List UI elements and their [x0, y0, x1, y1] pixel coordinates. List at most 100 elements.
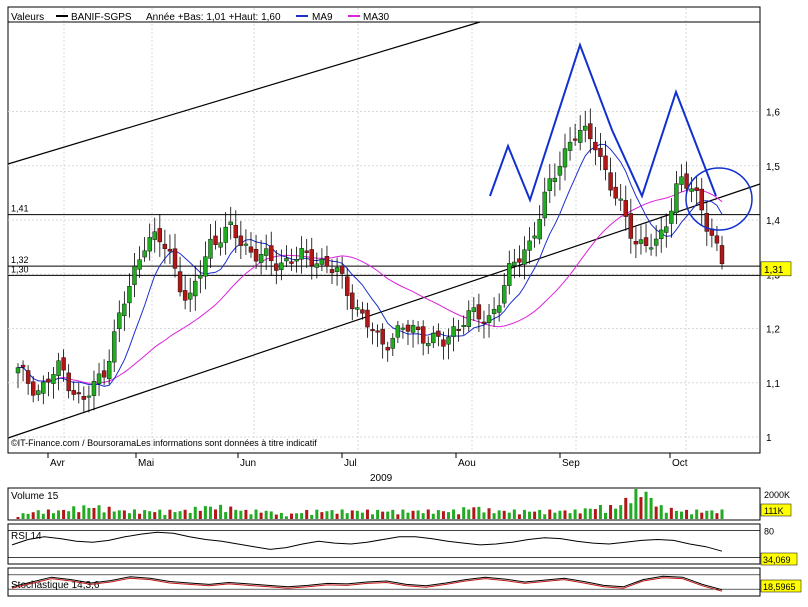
volume-bar — [604, 512, 608, 519]
candle — [552, 163, 558, 197]
candle-body — [203, 256, 208, 277]
candle-body — [385, 347, 390, 351]
month-label: Sep — [562, 458, 580, 469]
volume-bar — [447, 512, 451, 519]
candle — [56, 352, 61, 391]
candle — [502, 272, 507, 308]
volume-bar — [411, 510, 415, 519]
volume-bar — [391, 509, 395, 519]
candle — [375, 324, 380, 347]
month-label: Jul — [344, 458, 357, 469]
candle-body — [638, 239, 644, 244]
volume-bar — [36, 510, 40, 519]
candle-body — [507, 263, 512, 286]
volume-bar — [381, 511, 385, 519]
candle-body — [466, 310, 471, 327]
candle — [61, 349, 66, 382]
volume-bar — [568, 513, 572, 519]
volume-tick: 2000K — [764, 490, 790, 500]
candle-body — [593, 141, 598, 151]
level-line-label: 1,30 — [11, 264, 29, 274]
candle — [117, 300, 122, 343]
candle — [294, 246, 299, 273]
candle-body — [258, 254, 264, 263]
candle-body — [329, 269, 335, 274]
candle — [507, 250, 512, 295]
volume-bar — [239, 510, 243, 519]
candle-body — [552, 177, 558, 182]
candle — [127, 273, 132, 318]
volume-bar — [208, 506, 212, 519]
candle-body — [91, 381, 97, 396]
candle — [182, 275, 188, 310]
price-tick-label: 1,6 — [766, 108, 780, 119]
volume-bar — [690, 514, 694, 519]
candle-body — [334, 267, 340, 272]
price-tick-label: 1,2 — [766, 325, 780, 336]
candle-body — [127, 286, 132, 304]
volume-bar — [320, 512, 324, 519]
candle-body — [253, 249, 259, 262]
volume-bar — [538, 509, 542, 519]
candle — [669, 198, 674, 238]
volume-bar — [507, 512, 511, 519]
candle-body — [122, 303, 127, 317]
volume-bar — [82, 505, 86, 519]
candle — [269, 231, 274, 277]
candle — [30, 375, 36, 403]
price-tick-label: 1 — [766, 433, 772, 444]
candle — [542, 177, 547, 227]
candle-body — [274, 263, 279, 271]
candle — [304, 238, 309, 268]
candle-body — [228, 221, 233, 226]
candle — [583, 110, 588, 143]
candle — [699, 177, 704, 226]
volume-bar — [502, 510, 506, 519]
price-panel-frame — [7, 6, 761, 454]
volume-bar — [654, 506, 658, 519]
volume-bar — [624, 497, 628, 519]
candle — [653, 225, 659, 257]
candle-body — [51, 374, 56, 384]
candle-body — [61, 357, 66, 371]
candle-body — [360, 309, 365, 314]
candle-body — [365, 309, 370, 328]
candle-body — [527, 240, 532, 251]
volume-bar — [614, 508, 618, 519]
candle-body — [446, 336, 451, 345]
candle-body — [96, 373, 102, 385]
candle — [15, 363, 21, 389]
candle — [25, 365, 31, 395]
month-label: Jun — [240, 458, 256, 469]
candle-body — [147, 237, 152, 252]
stoch-last-label: 18,5965 — [763, 582, 796, 592]
candle-body — [608, 172, 613, 191]
candle-body — [522, 249, 527, 265]
candle-body — [496, 305, 502, 313]
candle-body — [603, 155, 608, 170]
candle — [106, 349, 112, 385]
volume-bar — [462, 507, 466, 519]
volume-bar — [41, 513, 45, 519]
volume-bar — [274, 514, 278, 519]
candle — [228, 206, 233, 240]
volume-bar — [72, 506, 76, 519]
volume-bar — [472, 507, 476, 519]
candle — [309, 237, 314, 280]
candle-body — [355, 307, 360, 310]
candle-body — [339, 265, 345, 274]
volume-bar — [87, 507, 91, 519]
volume-bar — [300, 513, 304, 519]
candle-body — [30, 381, 36, 396]
candle-body — [623, 200, 628, 217]
volume-bar — [117, 510, 121, 519]
candle — [41, 375, 46, 405]
volume-bar — [664, 512, 668, 519]
volume-bar — [457, 514, 461, 519]
volume-bar — [705, 510, 709, 519]
volume-bar — [548, 509, 552, 519]
candle — [91, 370, 97, 411]
candle-body — [669, 210, 674, 224]
candle-body — [269, 245, 274, 262]
volume-bar — [583, 508, 587, 519]
